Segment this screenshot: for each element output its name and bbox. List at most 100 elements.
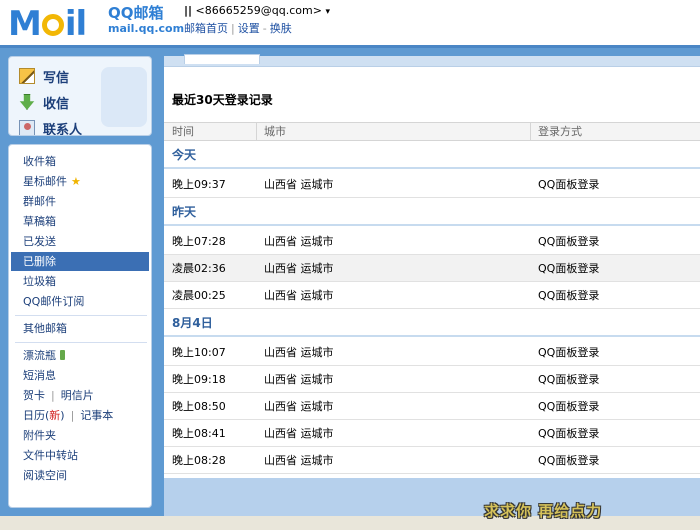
cell-time: 晚上09:18 (172, 373, 226, 386)
folder-sms[interactable]: 短消息 (11, 366, 149, 385)
column-header-time: 时间 (172, 125, 194, 138)
cell-method: QQ面板登录 (538, 235, 600, 248)
compose-button[interactable]: 写信 (19, 65, 69, 87)
bottle-icon (60, 350, 65, 360)
cell-method: QQ面板登录 (538, 400, 600, 413)
login-records: 最近30天登录记录 时间 城市 登录方式 今天 晚上09:37 山西省 运城市 … (164, 66, 700, 478)
table-row: 晚上09:37 山西省 运城市 QQ面板登录 (164, 171, 700, 198)
table-row: 晚上09:18 山西省 运城市 QQ面板登录 (164, 366, 700, 393)
quick-actions: 写信 收信 联系人 (8, 56, 152, 136)
folder-divider (15, 342, 147, 343)
inbox-download-icon (19, 94, 35, 110)
folder-spam[interactable]: 垃圾箱 (11, 272, 149, 291)
main-area: 最近30天登录记录 时间 城市 登录方式 今天 晚上09:37 山西省 运城市 … (160, 48, 700, 516)
group-label: 8月4日 (164, 309, 700, 337)
drift-bottle-label: 漂流瓶 (23, 349, 56, 362)
logo-cn-text: QQ邮箱 (108, 4, 164, 22)
table-row: 凌晨02:36 山西省 运城市 QQ面板登录 (164, 255, 700, 282)
logo-ring-icon (41, 14, 64, 36)
table-row: 晚上08:28 山西省 运城市 QQ面板登录 (164, 447, 700, 474)
cell-method: QQ面板登录 (538, 346, 600, 359)
folder-divider (15, 315, 147, 316)
cell-time: 晚上08:28 (172, 454, 226, 467)
calendar-link[interactable]: 日历(新) (23, 409, 65, 422)
contacts-button[interactable]: 联系人 (19, 117, 83, 136)
nav-skin-link[interactable]: 换肤 (270, 22, 292, 35)
panel-tab (184, 54, 260, 64)
page-title: 最近30天登录记录 (172, 93, 273, 107)
nav-separator: - (262, 22, 267, 35)
qqmail-logo[interactable]: M il (8, 2, 87, 44)
sidebar: 写信 收信 联系人 收件箱 星标邮件 ★ 群邮件 草稿箱 已发送 已删除 垃圾箱 … (0, 48, 160, 516)
logo-letters-il: il (64, 4, 87, 44)
column-divider (256, 123, 257, 140)
nav-separator: | (231, 22, 235, 35)
panel-footer (164, 478, 700, 516)
nav-mail-home-link[interactable]: 邮箱首页 (184, 22, 228, 35)
calendar-paren-close: ) (60, 409, 65, 422)
cell-city: 山西省 运城市 (264, 289, 334, 302)
cell-method: QQ面板登录 (538, 373, 600, 386)
receive-button[interactable]: 收信 (19, 91, 69, 113)
cell-city: 山西省 运城市 (264, 178, 334, 191)
penguin-decoration-icon (101, 67, 147, 127)
folder-starred[interactable]: 星标邮件 ★ (11, 172, 149, 191)
table-row: 凌晨00:25 山西省 运城市 QQ面板登录 (164, 282, 700, 309)
cell-time: 凌晨02:36 (172, 262, 226, 275)
contacts-icon (19, 120, 35, 135)
cell-method: QQ面板登录 (538, 427, 600, 440)
notes-link[interactable]: 记事本 (80, 409, 113, 422)
folder-drift-bottle[interactable]: 漂流瓶 (11, 346, 149, 365)
cell-method: QQ面板登录 (538, 262, 600, 275)
calendar-label: 日历 (23, 409, 45, 422)
cell-city: 山西省 运城市 (264, 427, 334, 440)
cell-method: QQ面板登录 (538, 454, 600, 467)
cell-time: 晚上10:07 (172, 346, 226, 359)
account-switcher[interactable]: || <86665259@qq.com> ▾ (184, 4, 330, 17)
cell-city: 山西省 运城市 (264, 235, 334, 248)
group-label: 昨天 (164, 198, 700, 226)
account-email: <86665259@qq.com> (195, 4, 322, 17)
logo-subtitle: QQ邮箱 mail.qq.com (108, 4, 184, 36)
column-divider (530, 123, 531, 140)
receive-label: 收信 (43, 96, 70, 112)
folder-drafts[interactable]: 草稿箱 (11, 212, 149, 231)
folder-deleted[interactable]: 已删除 (11, 252, 149, 271)
folder-list: 收件箱 星标邮件 ★ 群邮件 草稿箱 已发送 已删除 垃圾箱 QQ邮件订阅 其他邮… (8, 144, 152, 508)
cell-city: 山西省 运城市 (264, 346, 334, 359)
cell-time: 晚上07:28 (172, 235, 226, 248)
folder-sent[interactable]: 已发送 (11, 232, 149, 251)
cell-time: 晚上08:41 (172, 427, 226, 440)
pipe-separator: | (70, 409, 75, 422)
header: M il QQ邮箱 mail.qq.com || <86665259@qq.co… (0, 0, 700, 52)
dropdown-arrow-icon[interactable]: ▾ (325, 7, 330, 17)
table-row: 晚上08:41 山西省 运城市 QQ面板登录 (164, 420, 700, 447)
account-pipes: || (184, 4, 193, 17)
new-badge: 新 (49, 409, 61, 422)
pipe-separator: | (51, 389, 55, 402)
star-icon: ★ (71, 175, 81, 188)
contacts-label: 联系人 (43, 122, 83, 136)
folder-starred-label: 星标邮件 (23, 175, 67, 188)
folder-subscriptions[interactable]: QQ邮件订阅 (11, 292, 149, 311)
compose-label: 写信 (43, 70, 70, 86)
table-row: 晚上07:28 山西省 运城市 QQ面板登录 (164, 228, 700, 255)
folder-reading-space[interactable]: 阅读空间 (11, 466, 149, 485)
greeting-card-link[interactable]: 贺卡 (23, 389, 45, 402)
cell-time: 晚上08:50 (172, 400, 226, 413)
top-nav: 邮箱首页 | 设置 - 换肤 (184, 20, 292, 36)
nav-settings-link[interactable]: 设置 (238, 22, 260, 35)
folder-inbox[interactable]: 收件箱 (11, 152, 149, 171)
folder-attachments[interactable]: 附件夹 (11, 426, 149, 445)
table-row: 晚上10:07 山西省 运城市 QQ面板登录 (164, 339, 700, 366)
watermark-text: 求求你 再给点力 (484, 502, 603, 520)
content-panel: 最近30天登录记录 时间 城市 登录方式 今天 晚上09:37 山西省 运城市 … (164, 54, 700, 516)
postcard-link[interactable]: 明信片 (61, 389, 94, 402)
folder-group[interactable]: 群邮件 (11, 192, 149, 211)
cell-time: 晚上09:37 (172, 178, 226, 191)
logo-en-text: mail.qq.com (108, 22, 185, 35)
folder-other-mailboxes[interactable]: 其他邮箱 (11, 319, 149, 338)
cell-city: 山西省 运城市 (264, 262, 334, 275)
folder-file-transfer[interactable]: 文件中转站 (11, 446, 149, 465)
pencil-icon (19, 68, 35, 84)
